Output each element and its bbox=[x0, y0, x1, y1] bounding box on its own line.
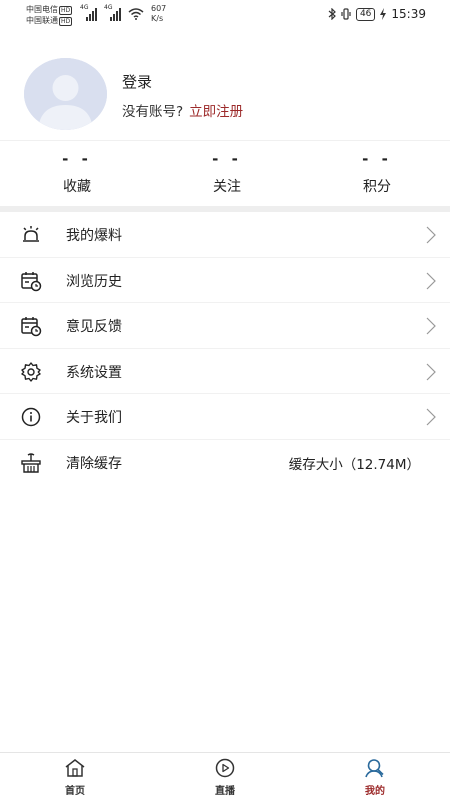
menu-label: 清除缓存 bbox=[66, 455, 122, 472]
hd-badge-2: HD bbox=[59, 17, 73, 26]
carrier-info: 中国电信 HD 中国联通 HD bbox=[26, 4, 73, 26]
nav-home[interactable]: 首页 bbox=[45, 758, 105, 797]
stat-value: - - bbox=[212, 150, 242, 168]
network-icons: 4G 4G bbox=[80, 4, 144, 21]
stat-points[interactable]: - - 积分 bbox=[327, 148, 427, 196]
chevron-right-icon bbox=[426, 317, 436, 335]
menu-label: 关于我们 bbox=[66, 410, 122, 427]
register-link[interactable]: 立即注册 bbox=[189, 104, 243, 120]
alarm-bell-icon bbox=[23, 226, 39, 242]
vibrate-icon bbox=[341, 8, 351, 20]
status-bar: 中国电信 HD 中国联通 HD 4G 4G 607 K/s 46 15:39 bbox=[0, 0, 450, 30]
chevron-right-icon bbox=[426, 408, 436, 426]
menu-label: 意见反馈 bbox=[66, 319, 122, 336]
avatar[interactable] bbox=[24, 58, 107, 130]
menu-label: 我的爆料 bbox=[66, 228, 122, 244]
login-link[interactable]: 登录 bbox=[122, 71, 152, 92]
menu-item-clear-cache[interactable]: 清除缓存 缓存大小（12.74M） bbox=[0, 440, 450, 486]
stat-following[interactable]: - - 关注 bbox=[177, 148, 277, 196]
charging-icon bbox=[380, 8, 387, 20]
status-right: 46 15:39 bbox=[328, 7, 426, 21]
nav-mine[interactable]: 我的 bbox=[345, 758, 405, 797]
bottom-nav: 首页 直播 我的 bbox=[0, 752, 450, 800]
play-icon bbox=[215, 758, 235, 778]
nav-label: 直播 bbox=[215, 786, 235, 797]
nav-label: 首页 bbox=[65, 786, 85, 797]
basket-icon bbox=[21, 453, 41, 473]
nav-label: 我的 bbox=[365, 786, 385, 797]
stat-label: 积分 bbox=[363, 179, 391, 195]
profile-section: 登录 没有账号? 立即注册 bbox=[0, 50, 450, 140]
settings-menu: 我的爆料 浏览历史 意见反馈 系统设置 关于我们 清除缓存 缓存大小（12.74… bbox=[0, 212, 450, 486]
chevron-right-icon bbox=[426, 363, 436, 381]
divider bbox=[0, 140, 450, 141]
nav-live[interactable]: 直播 bbox=[195, 758, 255, 797]
calendar-clock-icon bbox=[21, 271, 42, 291]
stat-value: - - bbox=[62, 150, 92, 168]
no-account-text: 没有账号? bbox=[122, 104, 184, 120]
menu-item-history[interactable]: 浏览历史 bbox=[0, 258, 450, 304]
clock: 15:39 bbox=[391, 7, 426, 21]
calendar-clock-icon bbox=[21, 317, 42, 337]
bluetooth-icon bbox=[328, 8, 336, 20]
stat-label: 关注 bbox=[213, 179, 241, 195]
menu-label: 系统设置 bbox=[66, 364, 122, 381]
menu-item-settings[interactable]: 系统设置 bbox=[0, 349, 450, 395]
signal-icon-2: 4G bbox=[104, 4, 124, 21]
home-icon bbox=[65, 759, 85, 777]
user-search-icon bbox=[365, 759, 384, 778]
network-speed: 607 K/s bbox=[151, 4, 167, 23]
signal-icon-1: 4G bbox=[80, 4, 100, 21]
menu-item-my-reports[interactable]: 我的爆料 bbox=[0, 212, 450, 258]
info-icon bbox=[21, 408, 41, 427]
hd-badge-1: HD bbox=[59, 6, 73, 15]
stat-value: - - bbox=[362, 150, 392, 168]
cache-size: 缓存大小（12.74M） bbox=[288, 456, 420, 473]
gear-icon bbox=[21, 362, 41, 382]
carrier-2: 中国联通 bbox=[26, 16, 58, 25]
battery-level: 46 bbox=[355, 7, 376, 21]
stat-label: 收藏 bbox=[63, 179, 91, 195]
register-prompt: 没有账号? 立即注册 bbox=[122, 100, 243, 120]
stats-row: - - 收藏 - - 关注 - - 积分 bbox=[0, 148, 450, 204]
chevron-right-icon bbox=[426, 226, 436, 244]
chevron-right-icon bbox=[426, 272, 436, 290]
carrier-1: 中国电信 bbox=[26, 5, 58, 14]
default-avatar-icon bbox=[24, 58, 107, 130]
menu-item-about[interactable]: 关于我们 bbox=[0, 394, 450, 440]
wifi-icon bbox=[128, 8, 144, 20]
menu-item-feedback[interactable]: 意见反馈 bbox=[0, 303, 450, 349]
menu-label: 浏览历史 bbox=[66, 273, 122, 290]
stat-favorites[interactable]: - - 收藏 bbox=[27, 148, 127, 196]
